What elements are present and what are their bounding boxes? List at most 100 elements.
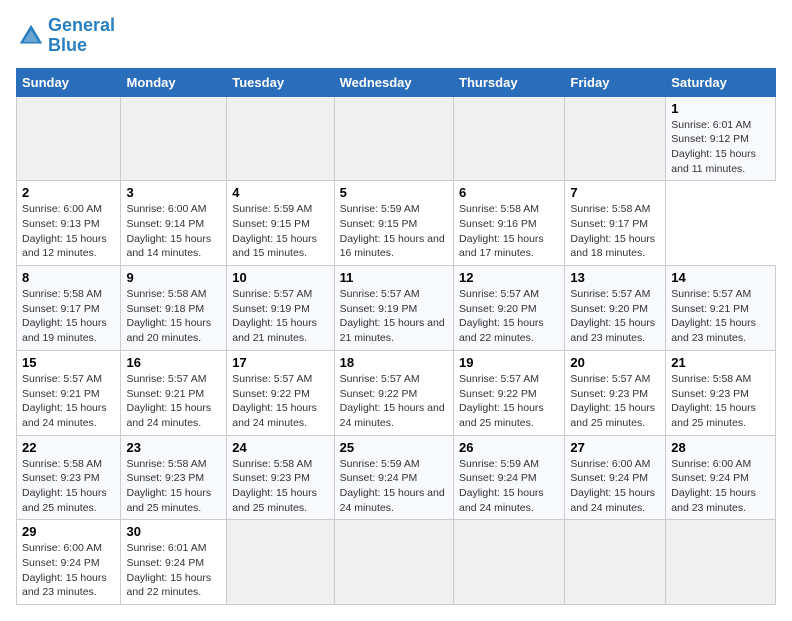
calendar-header-row: SundayMondayTuesdayWednesdayThursdayFrid… — [17, 68, 776, 96]
day-info: Sunrise: 6:00 AMSunset: 9:13 PMDaylight:… — [22, 202, 115, 261]
day-info: Sunrise: 5:58 AMSunset: 9:23 PMDaylight:… — [232, 457, 328, 516]
calendar-cell: 15 Sunrise: 5:57 AMSunset: 9:21 PMDayligh… — [17, 350, 121, 435]
calendar-cell: 18Sunrise: 5:57 AMSunset: 9:22 PMDayligh… — [334, 350, 453, 435]
calendar-cell: 24 Sunrise: 5:58 AMSunset: 9:23 PMDayligh… — [227, 435, 334, 520]
logo-text: General Blue — [48, 16, 115, 56]
day-number: 25 — [340, 440, 448, 455]
day-info: Sunrise: 5:59 AMSunset: 9:24 PMDaylight:… — [459, 457, 559, 516]
day-header-monday: Monday — [121, 68, 227, 96]
calendar-cell: 12 Sunrise: 5:57 AMSunset: 9:20 PMDayligh… — [454, 266, 565, 351]
day-number: 24 — [232, 440, 328, 455]
calendar-cell — [454, 520, 565, 605]
calendar-cell: 10 Sunrise: 5:57 AMSunset: 9:19 PMDayligh… — [227, 266, 334, 351]
calendar-cell — [227, 96, 334, 181]
calendar-cell: 21 Sunrise: 5:58 AMSunset: 9:23 PMDayligh… — [666, 350, 776, 435]
day-info: Sunrise: 6:01 AMSunset: 9:12 PMDaylight:… — [671, 118, 770, 177]
calendar-cell — [565, 520, 666, 605]
day-number: 7 — [570, 185, 660, 200]
day-info: Sunrise: 6:00 AMSunset: 9:14 PMDaylight:… — [126, 202, 221, 261]
logo-icon — [16, 21, 46, 51]
day-info: Sunrise: 5:57 AMSunset: 9:23 PMDaylight:… — [570, 372, 660, 431]
day-number: 26 — [459, 440, 559, 455]
day-number: 6 — [459, 185, 559, 200]
day-header-tuesday: Tuesday — [227, 68, 334, 96]
day-number: 27 — [570, 440, 660, 455]
day-number: 28 — [671, 440, 770, 455]
calendar-week-row: 15 Sunrise: 5:57 AMSunset: 9:21 PMDayligh… — [17, 350, 776, 435]
day-number: 10 — [232, 270, 328, 285]
day-info: Sunrise: 5:58 AMSunset: 9:23 PMDaylight:… — [671, 372, 770, 431]
calendar-cell: 14Sunrise: 5:57 AMSunset: 9:21 PMDayligh… — [666, 266, 776, 351]
calendar-cell: 30 Sunrise: 6:01 AMSunset: 9:24 PMDayligh… — [121, 520, 227, 605]
calendar-cell: 3 Sunrise: 6:00 AMSunset: 9:14 PMDaylight… — [121, 181, 227, 266]
calendar-cell: 2 Sunrise: 6:00 AMSunset: 9:13 PMDaylight… — [17, 181, 121, 266]
day-info: Sunrise: 5:58 AMSunset: 9:17 PMDaylight:… — [570, 202, 660, 261]
calendar-cell — [334, 96, 453, 181]
calendar-cell — [565, 96, 666, 181]
calendar-cell: 5 Sunrise: 5:59 AMSunset: 9:15 PMDaylight… — [334, 181, 453, 266]
day-number: 5 — [340, 185, 448, 200]
calendar-cell: 16 Sunrise: 5:57 AMSunset: 9:21 PMDayligh… — [121, 350, 227, 435]
calendar-cell: 17 Sunrise: 5:57 AMSunset: 9:22 PMDayligh… — [227, 350, 334, 435]
day-info: Sunrise: 5:59 AMSunset: 9:15 PMDaylight:… — [340, 202, 448, 261]
day-info: Sunrise: 5:57 AMSunset: 9:21 PMDaylight:… — [126, 372, 221, 431]
day-number: 21 — [671, 355, 770, 370]
calendar-cell: 29Sunrise: 6:00 AMSunset: 9:24 PMDayligh… — [17, 520, 121, 605]
calendar-cell: 11Sunrise: 5:57 AMSunset: 9:19 PMDayligh… — [334, 266, 453, 351]
calendar-cell: 9 Sunrise: 5:58 AMSunset: 9:18 PMDaylight… — [121, 266, 227, 351]
day-number: 13 — [570, 270, 660, 285]
day-number: 23 — [126, 440, 221, 455]
calendar-cell: 6Sunrise: 5:58 AMSunset: 9:16 PMDaylight… — [454, 181, 565, 266]
calendar-cell — [227, 520, 334, 605]
day-number: 4 — [232, 185, 328, 200]
calendar-cell: 28 Sunrise: 6:00 AMSunset: 9:24 PMDayligh… — [666, 435, 776, 520]
day-number: 17 — [232, 355, 328, 370]
day-header-friday: Friday — [565, 68, 666, 96]
day-header-sunday: Sunday — [17, 68, 121, 96]
calendar-cell — [17, 96, 121, 181]
calendar-week-row: 22Sunrise: 5:58 AMSunset: 9:23 PMDayligh… — [17, 435, 776, 520]
day-number: 3 — [126, 185, 221, 200]
calendar-cell: 22Sunrise: 5:58 AMSunset: 9:23 PMDayligh… — [17, 435, 121, 520]
logo: General Blue — [16, 16, 115, 56]
calendar-cell: 25Sunrise: 5:59 AMSunset: 9:24 PMDayligh… — [334, 435, 453, 520]
day-info: Sunrise: 5:57 AMSunset: 9:20 PMDaylight:… — [570, 287, 660, 346]
day-number: 9 — [126, 270, 221, 285]
day-info: Sunrise: 5:58 AMSunset: 9:18 PMDaylight:… — [126, 287, 221, 346]
day-info: Sunrise: 5:58 AMSunset: 9:17 PMDaylight:… — [22, 287, 115, 346]
calendar-cell: 23 Sunrise: 5:58 AMSunset: 9:23 PMDayligh… — [121, 435, 227, 520]
day-info: Sunrise: 5:57 AMSunset: 9:22 PMDaylight:… — [459, 372, 559, 431]
day-info: Sunrise: 5:57 AMSunset: 9:22 PMDaylight:… — [340, 372, 448, 431]
calendar-cell: 19 Sunrise: 5:57 AMSunset: 9:22 PMDayligh… — [454, 350, 565, 435]
day-info: Sunrise: 5:57 AMSunset: 9:19 PMDaylight:… — [232, 287, 328, 346]
day-number: 12 — [459, 270, 559, 285]
day-info: Sunrise: 6:00 AMSunset: 9:24 PMDaylight:… — [22, 541, 115, 600]
calendar-cell — [666, 520, 776, 605]
day-info: Sunrise: 5:58 AMSunset: 9:23 PMDaylight:… — [126, 457, 221, 516]
day-info: Sunrise: 6:01 AMSunset: 9:24 PMDaylight:… — [126, 541, 221, 600]
calendar-week-row: 29Sunrise: 6:00 AMSunset: 9:24 PMDayligh… — [17, 520, 776, 605]
day-info: Sunrise: 6:00 AMSunset: 9:24 PMDaylight:… — [671, 457, 770, 516]
calendar-cell — [121, 96, 227, 181]
day-number: 2 — [22, 185, 115, 200]
day-info: Sunrise: 5:57 AMSunset: 9:21 PMDaylight:… — [22, 372, 115, 431]
calendar-week-row: 1Sunrise: 6:01 AMSunset: 9:12 PMDaylight… — [17, 96, 776, 181]
day-header-wednesday: Wednesday — [334, 68, 453, 96]
day-info: Sunrise: 5:57 AMSunset: 9:22 PMDaylight:… — [232, 372, 328, 431]
day-number: 15 — [22, 355, 115, 370]
day-number: 30 — [126, 524, 221, 539]
day-number: 8 — [22, 270, 115, 285]
day-number: 16 — [126, 355, 221, 370]
day-number: 19 — [459, 355, 559, 370]
page-header: General Blue — [16, 16, 776, 56]
day-header-saturday: Saturday — [666, 68, 776, 96]
calendar-cell — [334, 520, 453, 605]
day-info: Sunrise: 5:59 AMSunset: 9:15 PMDaylight:… — [232, 202, 328, 261]
calendar-cell: 26 Sunrise: 5:59 AMSunset: 9:24 PMDayligh… — [454, 435, 565, 520]
day-info: Sunrise: 5:57 AMSunset: 9:20 PMDaylight:… — [459, 287, 559, 346]
calendar-cell: 7 Sunrise: 5:58 AMSunset: 9:17 PMDaylight… — [565, 181, 666, 266]
day-header-thursday: Thursday — [454, 68, 565, 96]
calendar-cell — [454, 96, 565, 181]
day-info: Sunrise: 5:57 AMSunset: 9:19 PMDaylight:… — [340, 287, 448, 346]
calendar-cell: 8 Sunrise: 5:58 AMSunset: 9:17 PMDaylight… — [17, 266, 121, 351]
